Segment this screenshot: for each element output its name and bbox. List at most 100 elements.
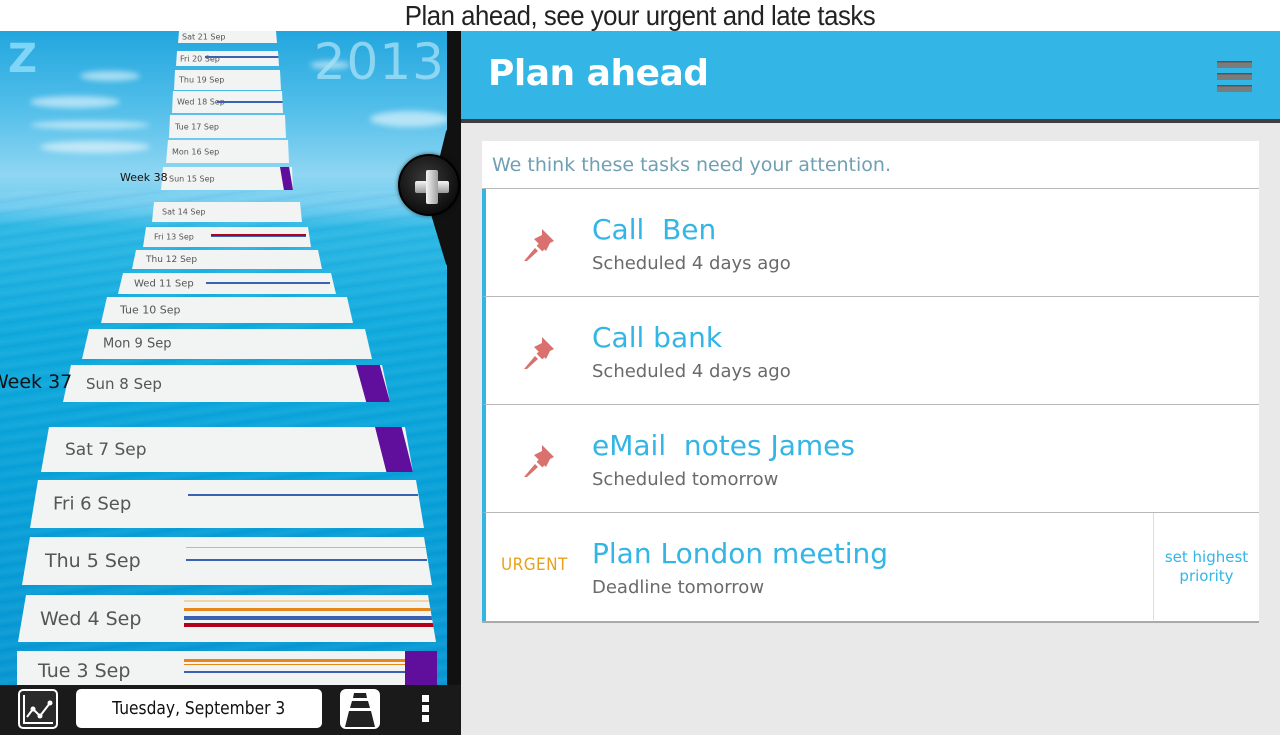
day-label: Sat 21 Sep (182, 32, 226, 42)
task-subtitle: Deadline tomorrow (592, 577, 765, 598)
weekend-marker (280, 167, 293, 190)
app-logo: Z (8, 36, 38, 82)
road-view-icon (345, 693, 375, 727)
panel-divider (447, 31, 461, 685)
overflow-dot (421, 705, 429, 712)
timeline-panel[interactable]: Z 2013 Sat 21 Sep Fri 20 Sep Thu 19 Sep Wed… (0, 31, 455, 685)
road-view-button[interactable] (340, 689, 380, 729)
task-title[interactable]: Call bank (592, 321, 722, 354)
task-bar (184, 659, 437, 662)
day-label: Wed 11 Sep (134, 278, 194, 289)
current-date-button[interactable]: Tuesday, September 3 (76, 689, 322, 728)
line-chart-icon (23, 695, 53, 724)
day-label: Tue 10 Sep (120, 303, 181, 317)
day-label: Mon 9 Sep (103, 336, 172, 352)
attention-card: We think these tasks need your attention… (482, 141, 1259, 621)
day-row[interactable]: Thu 19 Sep (174, 70, 281, 90)
task-bar (184, 616, 435, 620)
page-title: Plan ahead (488, 53, 709, 94)
day-label: Thu 12 Sep (146, 254, 198, 265)
task-bar (205, 56, 279, 58)
task-bar (184, 600, 433, 602)
cloud (40, 141, 150, 153)
task-title[interactable]: eMail notes James (592, 429, 855, 462)
overflow-menu-icon (421, 695, 429, 702)
task-subtitle: Scheduled tomorrow (592, 469, 779, 490)
urgent-badge: URGENT (501, 555, 568, 575)
day-row[interactable]: Sun 15 Sep (161, 167, 293, 190)
task-bar (184, 608, 434, 611)
task-bar (184, 671, 437, 673)
hamburger-menu-icon (1217, 61, 1252, 68)
bottom-toolbar: Tuesday, September 3 (0, 685, 461, 735)
day-row[interactable]: Thu 5 Sep (22, 537, 432, 585)
task-bar (184, 623, 435, 627)
day-label: Tue 17 Sep (175, 122, 220, 131)
menu-line (1217, 85, 1252, 92)
task-bar (206, 282, 330, 284)
day-row[interactable]: Wed 4 Sep (18, 595, 436, 642)
day-row[interactable]: Sun 8 Sep (63, 365, 390, 402)
day-row[interactable]: Sat 7 Sep (41, 427, 413, 472)
overflow-menu-button[interactable] (416, 695, 434, 725)
cloud (30, 96, 120, 108)
day-label: Thu 19 Sep (179, 75, 225, 85)
task-row[interactable]: Call bank Scheduled 4 days ago (482, 297, 1259, 405)
task-bar (188, 494, 418, 496)
task-title[interactable]: Plan London meeting (592, 537, 888, 570)
day-row[interactable]: Tue 10 Sep (101, 297, 353, 323)
day-label: Sun 8 Sep (86, 374, 162, 393)
week-label: Week 37 (0, 371, 73, 393)
day-label: Thu 5 Sep (45, 550, 141, 572)
day-row[interactable]: Fri 20 Sep (176, 51, 279, 66)
day-row[interactable]: Fri 6 Sep (30, 480, 424, 528)
add-task-button[interactable] (398, 154, 460, 216)
menu-line (1217, 73, 1252, 80)
task-title[interactable]: Call Ben (592, 213, 716, 246)
day-row[interactable]: Wed 18 Sep (172, 91, 283, 113)
task-subtitle: Scheduled 4 days ago (592, 361, 791, 382)
day-label: Sat 14 Sep (162, 207, 206, 217)
day-row[interactable]: Sat 14 Sep (152, 202, 302, 222)
day-label: Tue 3 Sep (38, 660, 131, 682)
stats-button[interactable] (18, 689, 58, 729)
pushpin-icon (524, 445, 554, 477)
screenshot-caption: Plan ahead, see your urgent and late tas… (404, 0, 876, 31)
weekend-marker (405, 651, 437, 685)
plan-ahead-panel: Plan ahead We think these tasks need you… (461, 31, 1280, 735)
pushpin-icon (524, 229, 554, 261)
day-row[interactable]: Mon 9 Sep (82, 329, 372, 359)
action-bar: Plan ahead (461, 31, 1280, 123)
cloud (30, 121, 150, 129)
cloud (80, 71, 140, 81)
day-label: Fri 13 Sep (154, 232, 194, 242)
task-bar (184, 664, 437, 665)
day-label: Sun 15 Sep (169, 174, 215, 183)
task-row[interactable]: eMail notes James Scheduled tomorrow (482, 405, 1259, 513)
day-row[interactable]: Mon 16 Sep (166, 140, 289, 163)
set-highest-priority-button[interactable]: set highest priority (1153, 513, 1259, 620)
week-label: Week 38 (120, 171, 168, 184)
overflow-dot (421, 715, 429, 722)
plus-icon-vertical (426, 170, 438, 204)
task-bar (186, 547, 427, 548)
day-label: Wed 4 Sep (40, 607, 142, 630)
menu-button[interactable] (1217, 61, 1252, 94)
cloud (370, 111, 450, 127)
day-row[interactable]: Sat 21 Sep (178, 31, 277, 43)
task-bar (211, 236, 306, 237)
day-label: Sat 7 Sep (65, 439, 147, 460)
day-row[interactable]: Wed 11 Sep (118, 273, 336, 294)
year-label: 2013 (313, 33, 445, 91)
attention-intro: We think these tasks need your attention… (482, 141, 1259, 189)
pushpin-icon (524, 337, 554, 369)
task-row[interactable]: Call Ben Scheduled 4 days ago (482, 189, 1259, 297)
day-row[interactable]: Tue 17 Sep (169, 115, 286, 138)
app-screen: Z 2013 Sat 21 Sep Fri 20 Sep Thu 19 Sep Wed… (0, 31, 1280, 735)
task-row[interactable]: URGENT Plan London meeting Deadline tomo… (482, 513, 1259, 621)
day-row[interactable]: Thu 12 Sep (132, 250, 322, 269)
day-label: Mon 16 Sep (172, 147, 220, 156)
day-row[interactable]: Fri 13 Sep (143, 227, 311, 247)
current-date-label: Tuesday, September 3 (112, 698, 286, 719)
day-row[interactable]: Tue 3 Sep (17, 651, 437, 685)
